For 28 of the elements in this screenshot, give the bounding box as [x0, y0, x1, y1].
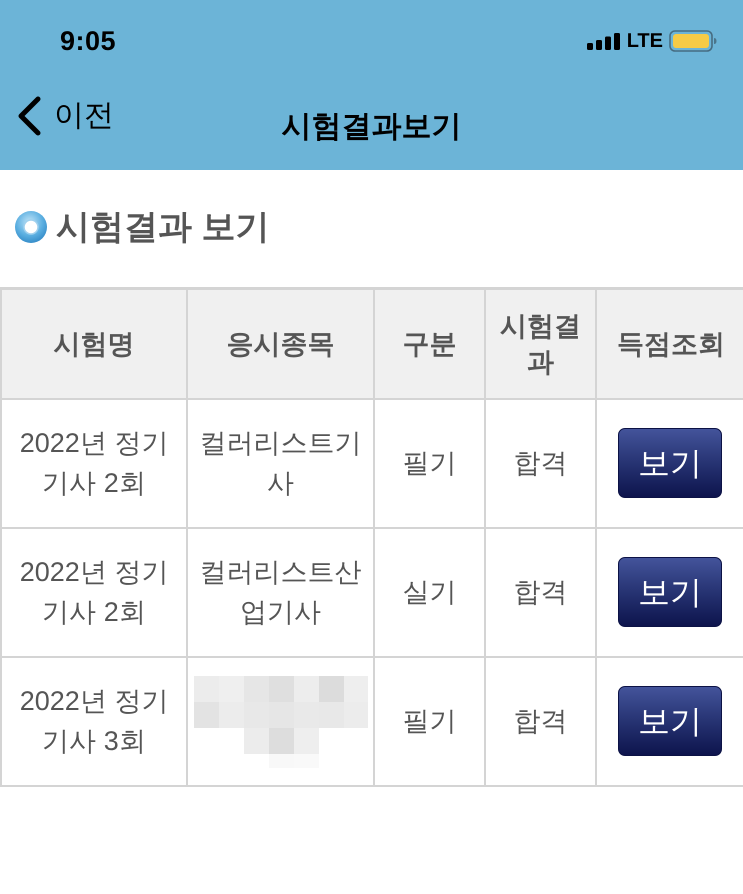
view-button[interactable]: 보기 — [618, 428, 722, 498]
ring-bullet-icon — [14, 210, 48, 244]
network-label: LTE — [626, 31, 663, 51]
table-cell: 필기 — [374, 656, 485, 786]
status-time: 9:05 — [60, 24, 116, 58]
table-cell: 컬러리스트기사 — [187, 398, 374, 528]
table-cell: 합격 — [485, 398, 596, 528]
table-cell: 실기 — [374, 528, 485, 656]
table-cell: 합격 — [485, 528, 596, 656]
column-header: 시험결과 — [485, 288, 596, 398]
chevron-left-icon — [16, 96, 42, 136]
column-header: 구분 — [374, 288, 485, 398]
view-button[interactable]: 보기 — [618, 686, 722, 756]
column-header: 응시종목 — [187, 288, 374, 398]
table-cell: 2022년 정기기사 3회 — [1, 656, 187, 786]
view-button[interactable]: 보기 — [618, 557, 722, 627]
table-cell: 컬러리스트산업기사 — [187, 528, 374, 656]
screen-title: 시험결과보기 — [282, 108, 462, 144]
section-title: 시험결과 보기 — [56, 206, 270, 248]
table-cell: 2022년 정기기사 2회 — [1, 528, 187, 656]
table-cell: 2022년 정기기사 2회 — [1, 398, 187, 528]
table-cell: 필기 — [374, 398, 485, 528]
column-header: 시험명 — [1, 288, 187, 398]
column-header: 득점조회 — [596, 288, 743, 398]
table-cell: 합격 — [485, 656, 596, 786]
battery-icon — [669, 30, 717, 52]
back-button[interactable]: 이전 — [16, 96, 114, 136]
signal-icon — [586, 32, 621, 50]
